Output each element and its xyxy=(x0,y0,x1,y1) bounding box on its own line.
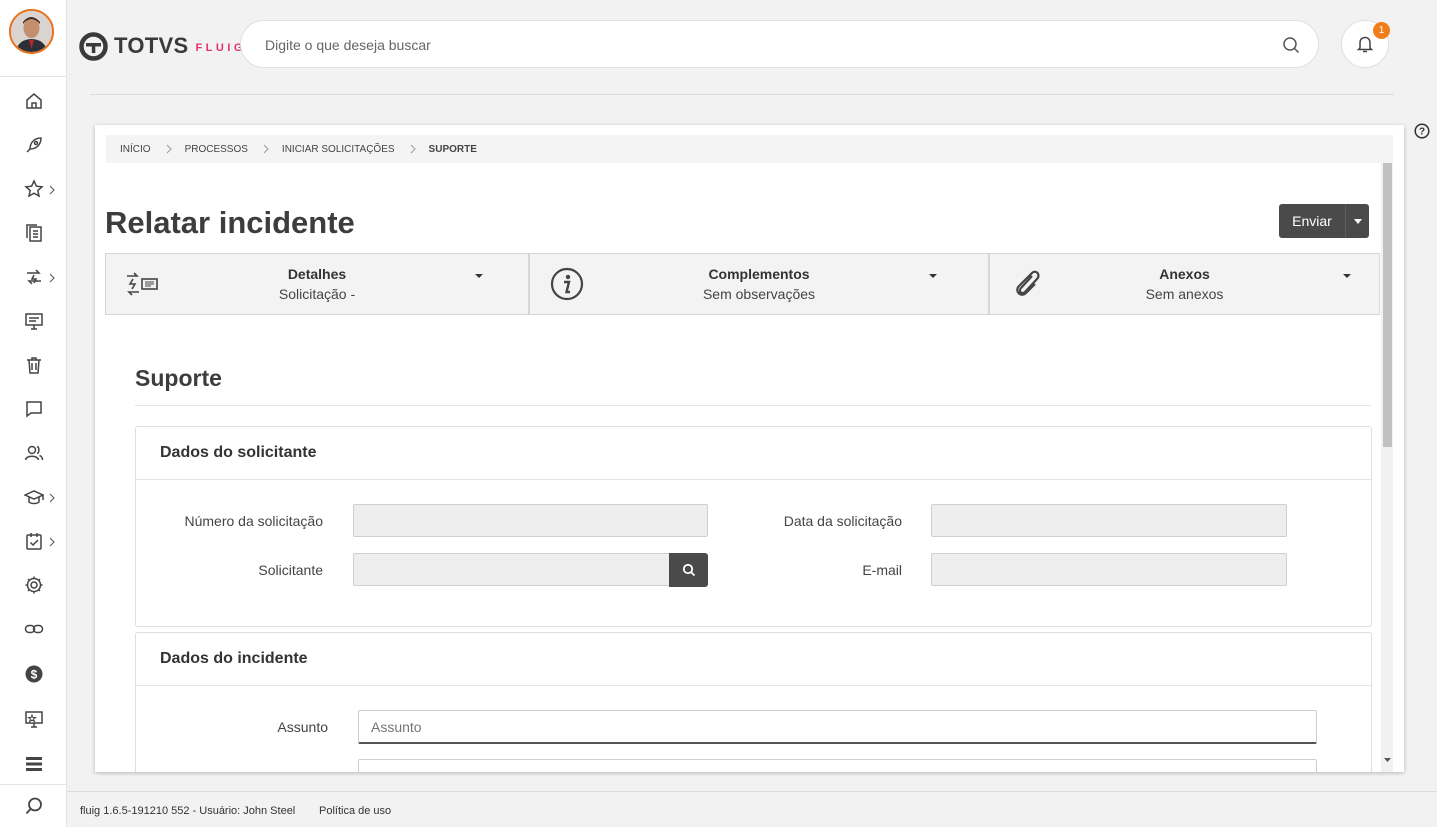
sidebar-divider xyxy=(0,76,67,77)
tab-attachments-subtitle: Sem anexos xyxy=(1145,286,1224,302)
request-number-field[interactable] xyxy=(353,504,708,537)
graduation-icon[interactable] xyxy=(0,477,67,517)
search-icon xyxy=(682,563,695,577)
requester-label: Solicitante xyxy=(258,562,323,578)
email-label: E-mail xyxy=(862,562,902,578)
page-title: Relatar incidente xyxy=(105,205,355,240)
breadcrumb-current: SUPORTE xyxy=(428,143,477,155)
tab-details-title: Detalhes xyxy=(287,266,347,282)
tab-complements-subtitle: Sem observações xyxy=(702,286,816,302)
form-title-divider xyxy=(135,405,1371,406)
chevron-right-icon xyxy=(48,534,58,548)
footer-version: fluig 1.6.5-191210 552 - Usuário: John S… xyxy=(80,805,296,817)
subject-input[interactable] xyxy=(358,710,1317,744)
search-icon[interactable] xyxy=(0,786,67,826)
caret-down-icon xyxy=(1343,274,1351,278)
search-icon[interactable] xyxy=(1281,35,1301,55)
rocket-icon[interactable] xyxy=(0,125,67,165)
request-tabs: Detalhes Solicitação - Complementos Sem … xyxy=(105,253,1380,315)
logo-brand: TOTVS xyxy=(114,33,189,58)
chevron-right-icon xyxy=(48,182,58,196)
breadcrumb-start-requests[interactable]: INICIAR SOLICITAÇÕES xyxy=(282,144,395,155)
email-field[interactable] xyxy=(931,553,1287,586)
send-button-group: Enviar xyxy=(1279,204,1369,238)
scroll-down-arrow-icon[interactable] xyxy=(1383,755,1392,764)
notifications-button[interactable]: 1 xyxy=(1341,20,1390,68)
logo-product: FLUIG xyxy=(195,42,246,54)
requester-field[interactable] xyxy=(353,553,670,586)
workflow-icon[interactable] xyxy=(0,257,67,297)
caret-down-icon xyxy=(475,274,483,278)
requester-lookup-button[interactable] xyxy=(669,553,708,587)
breadcrumb-home[interactable]: INÍCIO xyxy=(120,144,151,155)
breadcrumb: INÍCIO PROCESSOS INICIAR SOLICITAÇÕES SU… xyxy=(106,135,1393,163)
chevron-right-icon xyxy=(263,144,269,154)
send-button[interactable]: Enviar xyxy=(1279,204,1345,238)
bell-icon xyxy=(1356,36,1374,53)
tab-attachments-title: Anexos xyxy=(1159,266,1210,282)
global-search xyxy=(240,20,1319,68)
incident-section: Dados do incidente Assunto xyxy=(135,632,1372,772)
request-number-label: Número da solicitação xyxy=(184,513,323,529)
tab-details[interactable]: Detalhes Solicitação - xyxy=(105,253,529,315)
request-date-label: Data da solicitação xyxy=(783,513,902,529)
usage-policy-link[interactable]: Política de uso xyxy=(319,805,391,817)
svg-text:?: ? xyxy=(1419,127,1425,138)
monitor-icon[interactable] xyxy=(0,699,67,739)
tab-attachments[interactable]: Anexos Sem anexos xyxy=(989,253,1380,315)
trash-icon[interactable] xyxy=(0,345,67,385)
settings-icon[interactable] xyxy=(0,565,67,605)
home-icon[interactable] xyxy=(0,81,67,121)
header-divider xyxy=(90,94,1394,95)
search-input[interactable] xyxy=(265,35,1245,55)
task-icon[interactable] xyxy=(0,521,67,561)
documents-icon[interactable] xyxy=(0,213,67,253)
requester-section: Dados do solicitante Número da solicitaç… xyxy=(135,426,1372,627)
notification-badge: 1 xyxy=(1373,22,1390,39)
chevron-right-icon xyxy=(166,144,172,154)
chevron-right-icon xyxy=(48,270,58,284)
description-field[interactable] xyxy=(358,759,1317,772)
totvs-fluig-logo[interactable]: TOTVS FLUIG xyxy=(79,30,246,62)
send-options-dropdown[interactable] xyxy=(1345,204,1369,238)
scrollbar-thumb[interactable] xyxy=(1383,163,1392,447)
form-title: Suporte xyxy=(135,365,222,391)
incident-section-heading: Dados do incidente xyxy=(136,633,1371,686)
requester-section-heading: Dados do solicitante xyxy=(136,427,1371,480)
svg-text:$: $ xyxy=(30,668,37,682)
star-icon[interactable] xyxy=(0,169,67,209)
list-icon[interactable] xyxy=(0,744,67,784)
chevron-right-icon xyxy=(48,490,58,504)
dollar-icon[interactable]: $ xyxy=(0,654,67,694)
tab-details-subtitle: Solicitação - xyxy=(278,286,356,302)
caret-down-icon xyxy=(929,274,937,278)
chevron-right-icon xyxy=(410,144,416,154)
presentation-icon[interactable] xyxy=(0,301,67,341)
totvs-logo-icon xyxy=(79,31,108,61)
user-avatar[interactable] xyxy=(9,9,54,54)
left-sidebar: $ xyxy=(0,0,67,827)
link-icon[interactable] xyxy=(0,609,67,649)
footer: fluig 1.6.5-191210 552 - Usuário: John S… xyxy=(67,791,1437,827)
help-icon[interactable]: ? xyxy=(1414,123,1430,139)
sidebar-divider xyxy=(0,784,67,785)
request-date-field[interactable] xyxy=(931,504,1287,537)
breadcrumb-processes[interactable]: PROCESSOS xyxy=(185,144,248,155)
process-panel: INÍCIO PROCESSOS INICIAR SOLICITAÇÕES SU… xyxy=(95,125,1404,772)
tab-complements-title: Complementos xyxy=(708,266,810,282)
subject-label: Assunto xyxy=(277,719,328,735)
caret-down-icon xyxy=(1353,218,1362,224)
chat-icon[interactable] xyxy=(0,389,67,429)
users-icon[interactable] xyxy=(0,433,67,473)
tab-complements[interactable]: Complementos Sem observações xyxy=(529,253,989,315)
